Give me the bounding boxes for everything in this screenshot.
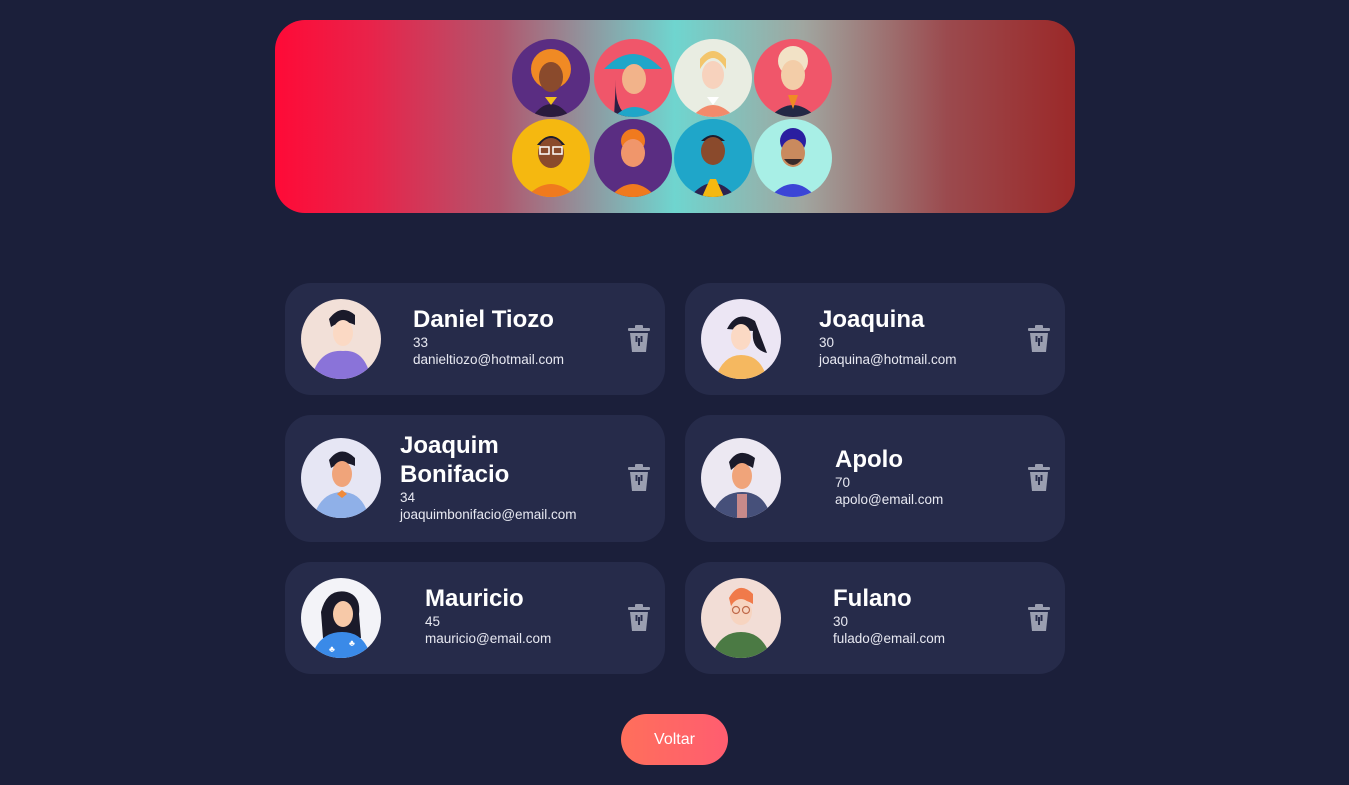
trash-icon[interactable] [1027, 464, 1051, 492]
user-name: Daniel Tiozo [413, 306, 554, 333]
user-card: Daniel Tiozo 33 danieltiozo@hotmail.com [285, 283, 665, 395]
user-avatar [301, 438, 381, 518]
user-info: Apolo 70 apolo@email.com [835, 445, 943, 508]
user-email: joaquimbonifacio@email.com [400, 507, 577, 522]
back-button[interactable]: Voltar [621, 714, 728, 765]
user-name: Apolo [835, 446, 903, 473]
banner-avatar-grid [512, 39, 837, 199]
user-avatar: ♣ ♣ [301, 578, 381, 658]
header-banner [275, 20, 1075, 213]
user-avatar [701, 578, 781, 658]
banner-avatar [594, 119, 672, 197]
user-card: Fulano 30 fulado@email.com [685, 562, 1065, 674]
user-info: Joaquina 30 joaquina@hotmail.com [819, 305, 957, 368]
user-avatar [301, 299, 381, 379]
user-age: 30 [833, 614, 849, 629]
user-email: joaquina@hotmail.com [819, 352, 957, 367]
user-info: Joaquim Bonifacio 34 joaquimbonifacio@em… [400, 431, 600, 523]
user-email: apolo@email.com [835, 492, 944, 507]
user-age: 70 [835, 475, 851, 490]
user-age: 45 [425, 614, 441, 629]
banner-avatar [754, 39, 832, 117]
trash-icon[interactable] [627, 325, 651, 353]
user-info: Mauricio 45 mauricio@email.com [425, 584, 551, 647]
banner-avatar [674, 39, 752, 117]
user-card: Joaquim Bonifacio 34 joaquimbonifacio@em… [285, 415, 665, 542]
user-age: 30 [819, 335, 835, 350]
banner-avatar [754, 119, 832, 197]
svg-text:♣: ♣ [349, 638, 355, 648]
banner-avatar [512, 39, 590, 117]
user-name: Joaquina [819, 306, 925, 333]
banner-avatar [512, 119, 590, 197]
user-avatar [701, 438, 781, 518]
user-name: Joaquim Bonifacio [400, 432, 510, 488]
trash-icon[interactable] [1027, 325, 1051, 353]
trash-icon[interactable] [627, 604, 651, 632]
user-email: danieltiozo@hotmail.com [413, 352, 565, 367]
trash-icon[interactable] [1027, 604, 1051, 632]
banner-avatar [594, 39, 672, 117]
user-age: 33 [413, 335, 429, 350]
user-info: Fulano 30 fulado@email.com [833, 584, 945, 647]
user-email: mauricio@email.com [425, 631, 552, 646]
user-avatar [701, 299, 781, 379]
user-name: Fulano [833, 585, 912, 612]
user-email: fulado@email.com [833, 631, 946, 646]
banner-avatar [674, 119, 752, 197]
user-card: Apolo 70 apolo@email.com [685, 415, 1065, 542]
svg-text:♣: ♣ [329, 644, 335, 654]
user-age: 34 [400, 490, 416, 505]
user-info: Daniel Tiozo 33 danieltiozo@hotmail.com [413, 305, 564, 368]
user-name: Mauricio [425, 585, 524, 612]
user-card: ♣ ♣ Mauricio 45 mauricio@email.com [285, 562, 665, 674]
trash-icon[interactable] [627, 464, 651, 492]
user-card: Joaquina 30 joaquina@hotmail.com [685, 283, 1065, 395]
